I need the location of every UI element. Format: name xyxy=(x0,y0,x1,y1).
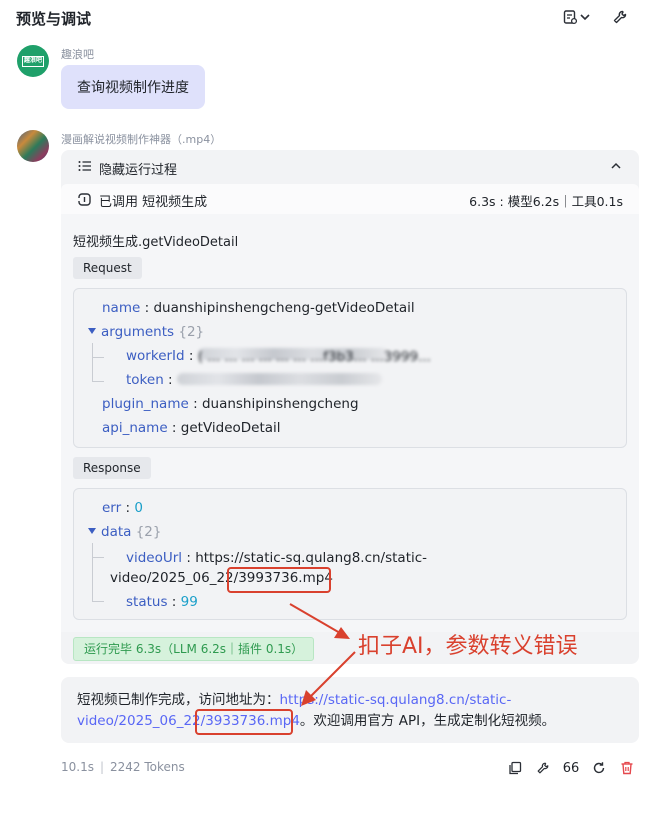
annotation-text: 扣子AI，参数转义错误 xyxy=(358,634,578,659)
annotation-arrows xyxy=(289,603,356,706)
